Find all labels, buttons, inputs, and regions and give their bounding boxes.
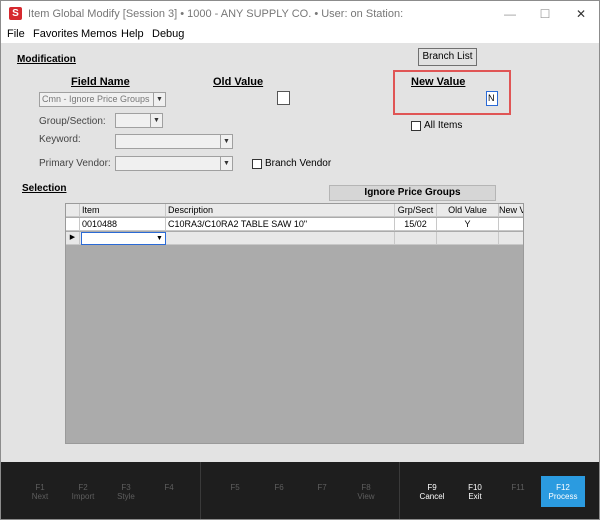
old-value-box bbox=[277, 91, 290, 105]
column-header-grp-sect[interactable]: Grp/Sect bbox=[395, 204, 437, 217]
branch-list-button[interactable]: Branch List bbox=[418, 48, 477, 66]
menu-bar: File Favorites Memos Help Debug bbox=[1, 27, 599, 43]
menu-help[interactable]: Help bbox=[121, 28, 144, 40]
new-value-cell[interactable] bbox=[499, 232, 523, 245]
menu-memos[interactable]: Memos bbox=[81, 28, 117, 40]
menu-favorites[interactable]: Favorites bbox=[33, 28, 78, 40]
new-entry-row[interactable]: ▶ ▼ bbox=[66, 232, 523, 245]
f12-process-button[interactable]: F12 Process bbox=[541, 476, 585, 507]
primary-vendor-label: Primary Vendor: bbox=[39, 158, 111, 169]
modification-section-label: Modification bbox=[17, 54, 76, 65]
selection-grid[interactable]: Item Description Grp/Sect Old Value New … bbox=[65, 203, 524, 444]
grp-sect-cell[interactable]: 15/02 bbox=[395, 218, 437, 231]
window-title: Item Global Modify [Session 3] • 1000 - … bbox=[28, 8, 404, 20]
title-bar: S Item Global Modify [Session 3] • 1000 … bbox=[1, 1, 599, 27]
chevron-down-icon[interactable]: ▼ bbox=[153, 93, 165, 106]
primary-vendor-select[interactable]: ▼ bbox=[115, 156, 233, 171]
item-cell[interactable]: 0010488 bbox=[80, 218, 166, 231]
maximize-button[interactable]: ☐ bbox=[534, 5, 556, 23]
item-editor-select[interactable]: ▼ bbox=[81, 232, 166, 245]
f3-style-button[interactable]: F3 Style bbox=[104, 462, 148, 519]
chevron-down-icon[interactable]: ▼ bbox=[220, 157, 232, 170]
app-logo-icon: S bbox=[9, 7, 22, 20]
new-value-cell[interactable] bbox=[499, 218, 523, 231]
field-name-header: Field Name bbox=[71, 76, 130, 88]
column-header-old-value[interactable]: Old Value bbox=[437, 204, 499, 217]
field-name-selected-value: Cmn - Ignore Price Groups bbox=[42, 94, 150, 104]
column-header-item[interactable]: Item bbox=[80, 204, 166, 217]
column-header-new-value[interactable]: New Value bbox=[499, 204, 523, 217]
f9-cancel-button[interactable]: F9 Cancel bbox=[410, 462, 454, 519]
row-header-corner bbox=[66, 204, 80, 217]
grid-header-row: Item Description Grp/Sect Old Value New … bbox=[66, 204, 523, 217]
new-value-input[interactable]: N bbox=[486, 91, 498, 106]
f7-button[interactable]: F7 bbox=[300, 462, 344, 519]
f2-import-button[interactable]: F2 Import bbox=[61, 462, 105, 519]
chevron-down-icon[interactable]: ▼ bbox=[150, 114, 162, 127]
f4-button[interactable]: F4 bbox=[147, 462, 191, 519]
new-value-text: N bbox=[488, 93, 495, 103]
group-section-label: Group/Section: bbox=[39, 116, 106, 127]
old-value-header: Old Value bbox=[213, 76, 264, 88]
fkey-divider bbox=[200, 462, 201, 519]
branch-vendor-checkbox[interactable] bbox=[252, 159, 262, 169]
keyword-select[interactable]: ▼ bbox=[115, 134, 233, 149]
row-selector[interactable] bbox=[66, 218, 80, 231]
keyword-label: Keyword: bbox=[39, 134, 81, 145]
group-section-select[interactable]: ▼ bbox=[115, 113, 163, 128]
f11-button[interactable]: F11 bbox=[496, 462, 540, 519]
f5-button[interactable]: F5 bbox=[213, 462, 257, 519]
chevron-down-icon[interactable]: ▼ bbox=[220, 135, 232, 148]
old-value-cell[interactable] bbox=[437, 232, 499, 245]
table-row[interactable]: 0010488 C10RA3/C10RA2 TABLE SAW 10" 15/0… bbox=[66, 218, 523, 231]
field-name-select[interactable]: Cmn - Ignore Price Groups ▼ bbox=[39, 92, 166, 107]
minimize-button[interactable]: — bbox=[499, 5, 521, 23]
menu-debug[interactable]: Debug bbox=[152, 28, 184, 40]
all-items-checkbox[interactable] bbox=[411, 121, 421, 131]
f8-view-button[interactable]: F8 View bbox=[344, 462, 388, 519]
fkey-divider bbox=[399, 462, 400, 519]
all-items-label: All Items bbox=[424, 120, 463, 131]
f6-button[interactable]: F6 bbox=[257, 462, 301, 519]
close-button[interactable]: ✕ bbox=[570, 5, 592, 23]
menu-file[interactable]: File bbox=[7, 28, 25, 40]
item-global-modify-window: S Item Global Modify [Session 3] • 1000 … bbox=[0, 0, 600, 520]
description-cell[interactable] bbox=[166, 232, 395, 245]
row-pointer-icon: ▶ bbox=[66, 232, 80, 245]
description-cell[interactable]: C10RA3/C10RA2 TABLE SAW 10" bbox=[166, 218, 395, 231]
selection-section-label: Selection bbox=[22, 183, 67, 194]
grp-sect-cell[interactable] bbox=[395, 232, 437, 245]
f10-exit-button[interactable]: F10 Exit bbox=[453, 462, 497, 519]
ignore-price-groups-header: Ignore Price Groups bbox=[329, 185, 496, 201]
branch-vendor-label: Branch Vendor bbox=[265, 158, 332, 169]
f1-next-button[interactable]: F1 Next bbox=[18, 462, 62, 519]
old-value-cell[interactable]: Y bbox=[437, 218, 499, 231]
column-header-description[interactable]: Description bbox=[166, 204, 395, 217]
function-key-bar: F1 Next F2 Import F3 Style F4 F5 F6 F7 F8 Vi… bbox=[1, 462, 599, 519]
chevron-down-icon[interactable]: ▼ bbox=[154, 233, 165, 244]
